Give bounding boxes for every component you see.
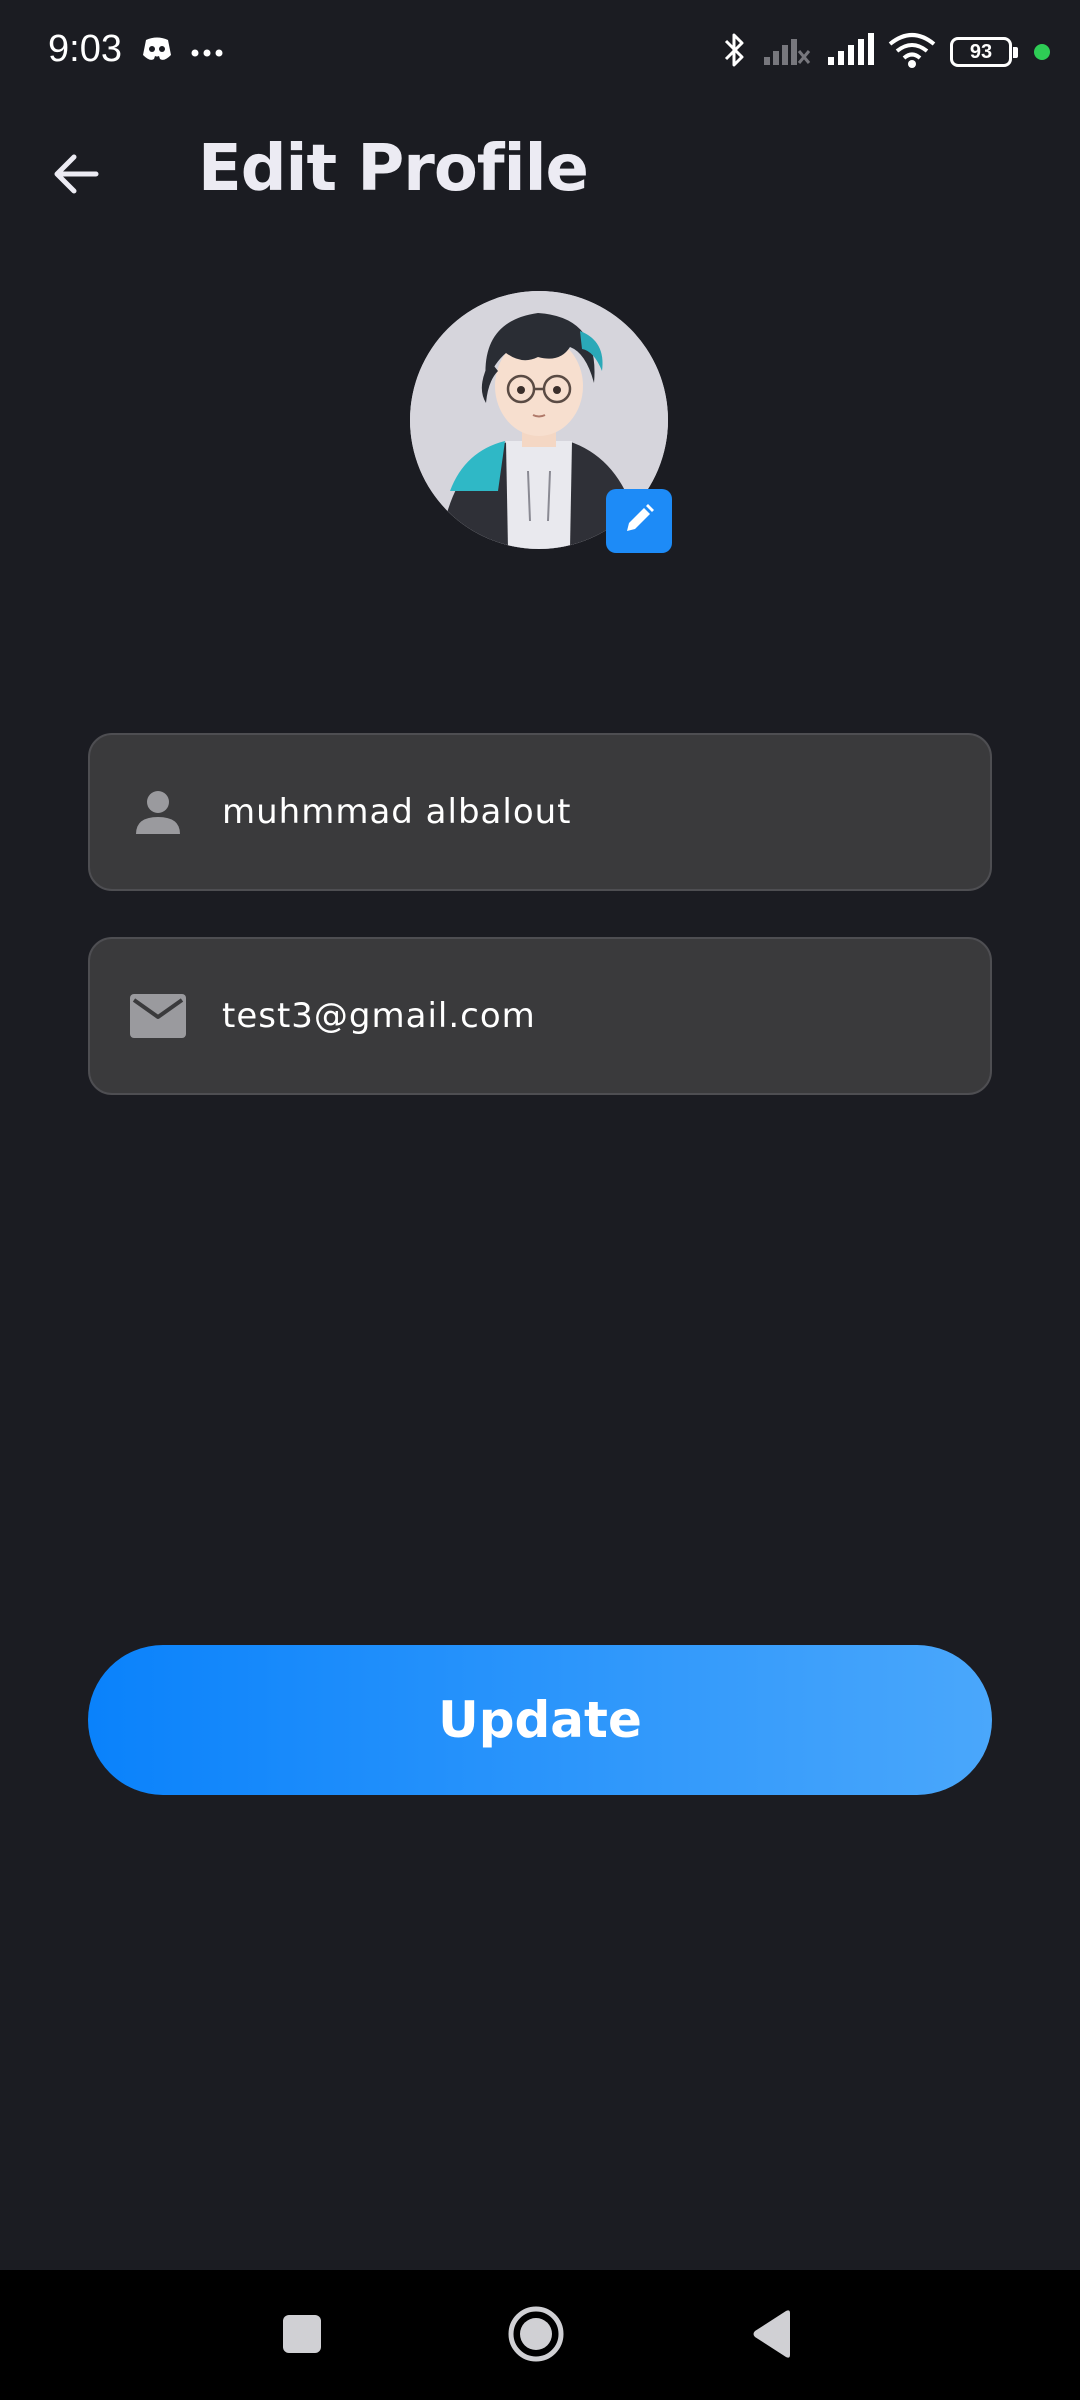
app-bar: Edit Profile bbox=[0, 120, 1080, 230]
wifi-icon bbox=[888, 32, 936, 72]
email-field[interactable] bbox=[88, 937, 992, 1095]
more-dots-icon bbox=[190, 43, 224, 62]
back-button[interactable] bbox=[40, 140, 112, 212]
update-button[interactable]: Update bbox=[88, 1645, 992, 1795]
avatar-container bbox=[410, 291, 672, 553]
signal-icon bbox=[826, 33, 874, 71]
page-title: Edit Profile bbox=[198, 132, 589, 206]
battery-icon: 93 bbox=[950, 37, 1018, 67]
mail-icon bbox=[128, 986, 188, 1046]
system-nav-bar bbox=[0, 2270, 1080, 2400]
edit-profile-screen: 9:03 93 Edit Profile muhmmad albalout te… bbox=[0, 0, 1080, 2400]
status-right-icons: 93 bbox=[722, 30, 1050, 74]
name-field[interactable] bbox=[88, 733, 992, 891]
back-triangle-icon bbox=[750, 2309, 794, 2363]
person-icon bbox=[128, 782, 188, 842]
recents-square-icon bbox=[281, 2313, 323, 2359]
name-input[interactable] bbox=[222, 735, 960, 889]
nav-back-button[interactable] bbox=[734, 2298, 810, 2374]
status-left-icons bbox=[140, 36, 224, 68]
email-input[interactable] bbox=[222, 939, 960, 1093]
status-time: 9:03 bbox=[48, 28, 122, 70]
recents-button[interactable] bbox=[264, 2298, 340, 2374]
status-bar: 9:03 93 bbox=[0, 0, 1080, 110]
home-button[interactable] bbox=[498, 2298, 574, 2374]
signal-off-icon bbox=[762, 33, 812, 71]
edit-avatar-button[interactable] bbox=[606, 489, 672, 553]
discord-icon bbox=[140, 36, 174, 68]
home-circle-icon bbox=[506, 2304, 566, 2368]
pencil-icon bbox=[623, 503, 655, 539]
privacy-dot-icon bbox=[1034, 44, 1050, 60]
battery-level: 93 bbox=[969, 41, 993, 63]
arrow-back-icon bbox=[52, 153, 100, 199]
bluetooth-icon bbox=[722, 30, 748, 74]
